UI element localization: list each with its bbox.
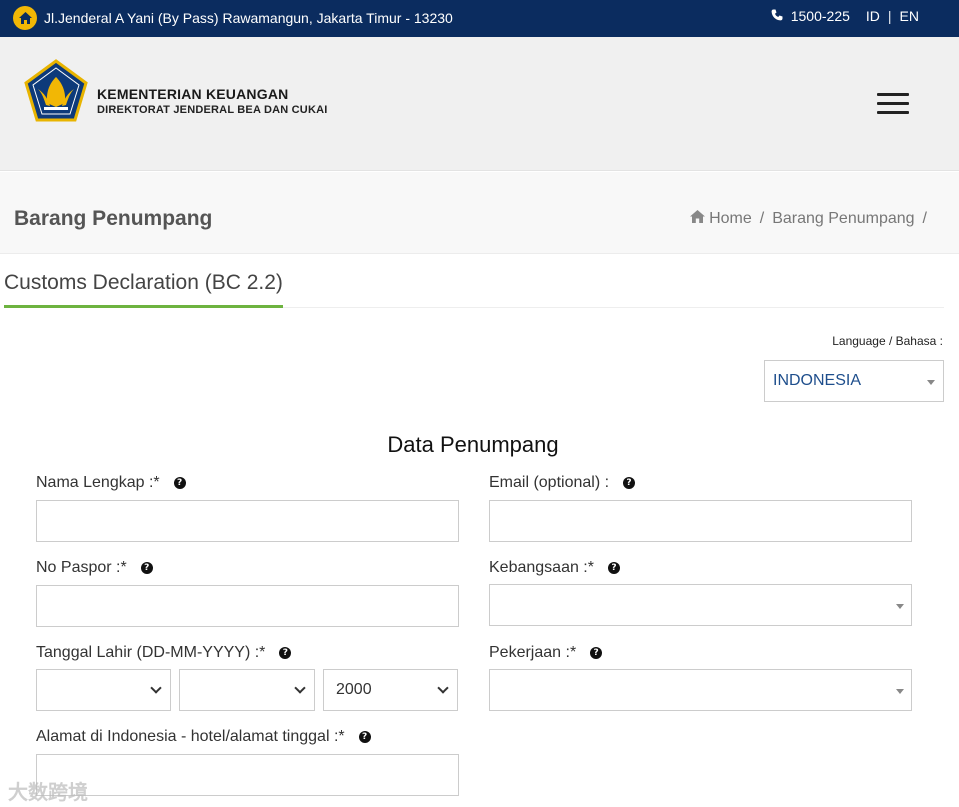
phone-number[interactable]: 1500-225: [791, 8, 850, 24]
language-en-link[interactable]: EN: [900, 8, 919, 24]
page-title-bar: Barang Penumpang Home / Barang Penumpang…: [0, 172, 959, 254]
dropdown-caret-icon: [896, 689, 904, 694]
label-tanggal-text: Tanggal Lahir (DD-MM-YYYY) :*: [36, 644, 266, 661]
label-kebangsaan: Kebangsaan :* ?: [489, 559, 620, 577]
label-email: Email (optional) : ?: [489, 474, 636, 492]
dob-day-select[interactable]: [36, 669, 171, 711]
no-paspor-input[interactable]: [36, 585, 459, 627]
label-email-text: Email (optional) :: [489, 474, 610, 491]
help-question-icon[interactable]: ?: [623, 477, 636, 489]
help-question-icon[interactable]: ?: [607, 562, 620, 574]
pekerjaan-select[interactable]: [489, 669, 912, 711]
language-id-link[interactable]: ID: [866, 8, 880, 24]
language-selected-value: INDONESIA: [773, 372, 862, 389]
kebangsaan-select[interactable]: [489, 584, 912, 626]
watermark-text: 大数跨境: [8, 782, 88, 804]
label-paspor-text: No Paspor :*: [36, 559, 127, 576]
email-input[interactable]: [489, 500, 912, 542]
help-question-icon[interactable]: ?: [279, 647, 292, 659]
label-no-paspor: No Paspor :* ?: [36, 559, 153, 577]
label-kebangsaan-text: Kebangsaan :*: [489, 559, 594, 576]
site-header: KEMENTERIAN KEUANGAN DIREKTORAT JENDERAL…: [0, 37, 959, 171]
label-pekerjaan-text: Pekerjaan :*: [489, 644, 577, 661]
language-select[interactable]: INDONESIA: [764, 360, 944, 402]
breadcrumb: Home / Barang Penumpang /: [690, 210, 927, 228]
label-alamat-text: Alamat di Indonesia - hotel/alamat tingg…: [36, 728, 345, 745]
brand-directorate: DIREKTORAT JENDERAL BEA DAN CUKAI: [97, 104, 328, 116]
home-icon: [13, 6, 37, 30]
dropdown-caret-icon: [896, 604, 904, 609]
help-question-icon[interactable]: ?: [173, 477, 186, 489]
address-block: Jl.Jenderal A Yani (By Pass) Rawamangun,…: [13, 6, 453, 30]
help-question-icon[interactable]: ?: [358, 731, 371, 743]
language-label: Language / Bahasa :: [832, 334, 943, 348]
help-question-icon[interactable]: ?: [590, 647, 603, 659]
breadcrumb-current[interactable]: Barang Penumpang: [772, 210, 914, 228]
breadcrumb-separator: /: [922, 210, 927, 227]
dob-month-select[interactable]: [179, 669, 315, 711]
hamburger-menu-icon[interactable]: [877, 93, 909, 115]
tab-customs-declaration[interactable]: Customs Declaration (BC 2.2): [4, 271, 283, 308]
brand-ministry: KEMENTERIAN KEUANGAN: [97, 86, 289, 102]
chevron-down-icon: [150, 682, 162, 694]
breadcrumb-home[interactable]: Home: [709, 210, 752, 228]
label-tanggal-lahir: Tanggal Lahir (DD-MM-YYYY) :* ?: [36, 644, 292, 662]
label-alamat: Alamat di Indonesia - hotel/alamat tingg…: [36, 728, 371, 746]
top-bar: Jl.Jenderal A Yani (By Pass) Rawamangun,…: [0, 0, 959, 37]
phone-icon: [771, 8, 783, 24]
label-nama-text: Nama Lengkap :*: [36, 474, 160, 491]
help-question-icon[interactable]: ?: [140, 562, 153, 574]
chevron-down-icon: [294, 682, 306, 694]
language-separator: |: [887, 8, 892, 24]
form-section-title: Data Penumpang: [387, 432, 559, 457]
kemenkeu-logo[interactable]: [24, 59, 88, 128]
dob-year-value: 2000: [336, 681, 372, 698]
label-nama-lengkap: Nama Lengkap :* ?: [36, 474, 186, 492]
alamat-input[interactable]: [36, 754, 459, 796]
address-text: Jl.Jenderal A Yani (By Pass) Rawamangun,…: [44, 10, 453, 26]
label-pekerjaan: Pekerjaan :* ?: [489, 644, 603, 662]
dob-year-select[interactable]: 2000: [323, 669, 458, 711]
tab-bar: Customs Declaration (BC 2.2): [4, 266, 944, 308]
chevron-down-icon: [437, 682, 449, 694]
page-title: Barang Penumpang: [14, 207, 213, 230]
home-breadcrumb-icon: [690, 210, 706, 228]
brand-text: KEMENTERIAN KEUANGAN DIREKTORAT JENDERAL…: [97, 86, 327, 116]
dropdown-caret-icon: [927, 380, 935, 385]
breadcrumb-separator: /: [759, 210, 765, 227]
nama-lengkap-input[interactable]: [36, 500, 459, 542]
